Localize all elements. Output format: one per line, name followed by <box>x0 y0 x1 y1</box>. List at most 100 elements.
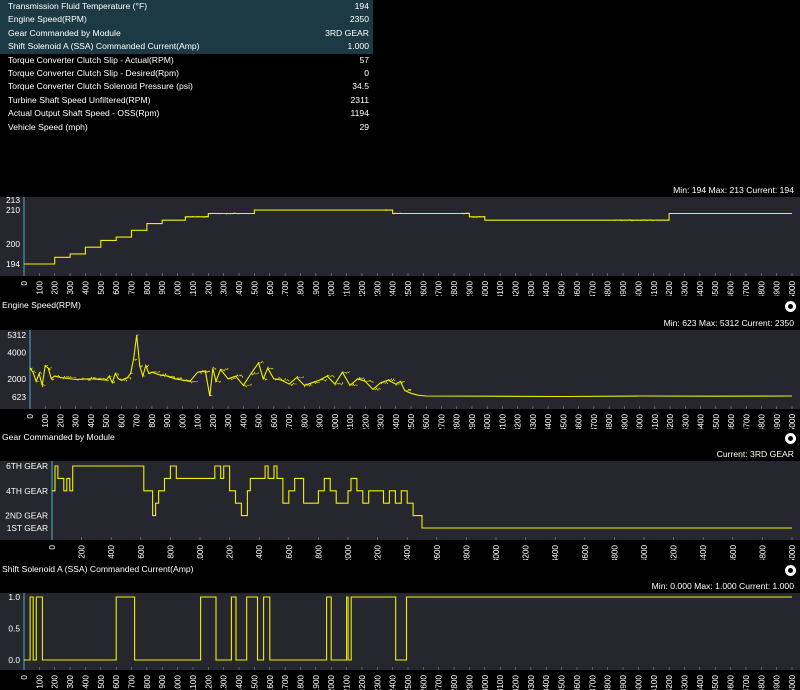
pid-row[interactable]: Transmission Fluid Temperature (°F) 194 <box>0 0 373 14</box>
x-tick-label: 1100 <box>189 675 198 690</box>
x-tick-label: 2300 <box>373 675 382 690</box>
x-tick-label: 4300 <box>680 675 689 690</box>
engine-speed-chart[interactable]: 623 2000 4000 5312 0 100 200 300 400 500 600 700 800… <box>0 317 800 429</box>
x-tick-label: 4200 <box>666 414 675 429</box>
plot-area <box>0 197 800 276</box>
pid-row[interactable]: Shift Solenoid A (SSA) Commanded Current… <box>0 40 373 54</box>
x-tick-label: 3300 <box>527 675 536 690</box>
x-tick-label: 4700 <box>742 675 751 690</box>
close-circle-icon[interactable] <box>785 301 796 312</box>
shift-solenoid-chart[interactable]: 0.0 0.5 1.0 0 100 200 300 400 500 600 700 800 900 100… <box>0 580 800 690</box>
x-tick-label: 2300 <box>373 281 382 296</box>
pid-value: 1.000 <box>347 41 369 52</box>
x-tick-label: 3300 <box>529 414 538 429</box>
x-tick-label: 4100 <box>650 281 659 296</box>
x-tick-label: 4100 <box>650 675 659 690</box>
x-tick-label: 3000 <box>483 414 492 429</box>
y-tick-label: 2ND GEAR <box>5 511 48 521</box>
pid-row[interactable]: Torque Converter Clutch Slip - Actual(RP… <box>0 54 373 67</box>
x-tick-label: 3200 <box>512 675 521 690</box>
x-tick-label: 0 <box>20 675 29 680</box>
x-tick-label: 3100 <box>496 675 505 690</box>
x-tick-label: 1400 <box>239 414 248 429</box>
x-tick-label: 3500 <box>559 414 568 429</box>
x-tick-label: 600 <box>112 675 121 689</box>
x-tick-label: 3600 <box>573 281 582 296</box>
pid-value: 34.5 <box>352 81 369 92</box>
x-tick-label: 3000 <box>492 545 501 560</box>
x-tick-label: 3400 <box>551 545 560 560</box>
x-tick-label: 3400 <box>542 675 551 690</box>
x-tick-label: 900 <box>158 281 167 295</box>
y-tick-label: 213 <box>6 195 20 205</box>
x-tick-label: 1800 <box>314 545 323 560</box>
chart-title: Gear Commanded by Module <box>2 432 115 442</box>
x-tick-label: 4700 <box>742 281 751 296</box>
pid-row[interactable]: Torque Converter Clutch Solenoid Pressur… <box>0 80 373 93</box>
x-tick-label: 4600 <box>729 545 738 560</box>
x-tick-label: 100 <box>41 414 50 428</box>
x-tick-label: 300 <box>72 414 81 428</box>
x-tick-label: 2000 <box>327 281 336 296</box>
x-tick-label: 600 <box>112 281 121 295</box>
x-tick-label: 2400 <box>403 545 412 560</box>
gear-commanded-chart[interactable]: 1ST GEAR 2ND GEAR 4TH GEAR 6TH GEAR 0 200 400 6… <box>0 448 800 560</box>
pid-name: Transmission Fluid Temperature (°F) <box>8 1 148 11</box>
pid-name: Torque Converter Clutch Slip - Desired(R… <box>8 67 179 78</box>
x-tick-label: 4800 <box>758 414 767 429</box>
pid-name: Gear Commanded by Module <box>8 27 121 38</box>
x-tick-label: 1400 <box>255 545 264 560</box>
x-tick-label: 3500 <box>558 675 567 690</box>
x-tick-label: 2200 <box>358 281 367 296</box>
x-tick-label: 3100 <box>496 281 505 296</box>
x-tick-label: 400 <box>81 675 90 689</box>
x-tick-label: 3900 <box>619 675 628 690</box>
x-tick-label: 1300 <box>220 281 229 296</box>
x-tick-label: 3600 <box>581 545 590 560</box>
x-tick-label: 2400 <box>389 675 398 690</box>
x-tick-label: 0 <box>26 414 35 419</box>
x-tick-label: 4600 <box>727 281 736 296</box>
x-tick-label: 2600 <box>433 545 442 560</box>
x-tick-label: 2800 <box>450 281 459 296</box>
x-tick-label: 1500 <box>250 281 259 296</box>
pid-row[interactable]: Gear Commanded by Module 3RD GEAR <box>0 26 373 41</box>
pid-row[interactable]: Torque Converter Clutch Slip - Desired(R… <box>0 67 373 80</box>
x-tick-label: 1000 <box>174 281 183 296</box>
y-tick-label: 623 <box>12 392 26 402</box>
x-tick-label: 800 <box>143 281 152 295</box>
plot-area <box>0 330 800 409</box>
x-tick-label: 500 <box>102 414 111 428</box>
fluid-temp-chart[interactable]: 194 200 210213 0 100 200 300 400 500 600 700 800 900… <box>0 184 800 296</box>
x-tick-label: 1300 <box>220 675 229 690</box>
pid-row[interactable]: Actual Output Shaft Speed - OSS(Rpm) 1194 <box>0 107 373 120</box>
x-tick-label: 4300 <box>681 414 690 429</box>
x-tick-label: 4500 <box>711 675 720 690</box>
x-tick-label: 2900 <box>465 281 474 296</box>
x-tick-label: 2500 <box>404 281 413 296</box>
x-tick-label: 3000 <box>481 281 490 296</box>
x-tick-label: 1900 <box>316 414 325 429</box>
close-circle-icon[interactable] <box>785 433 796 444</box>
pid-row[interactable]: Engine Speed(RPM) 2350 <box>0 13 373 27</box>
x-tick-label: 2600 <box>422 414 431 429</box>
x-tick-label: 1200 <box>226 545 235 560</box>
pid-row[interactable]: Turbine Shaft Speed Unfiltered(RPM) 2311 <box>0 94 373 107</box>
close-circle-icon[interactable] <box>785 565 796 576</box>
x-tick-label: 700 <box>128 675 137 689</box>
x-tick-label: 3800 <box>604 281 613 296</box>
x-tick-label: 4200 <box>665 281 674 296</box>
x-tick-label: 3700 <box>588 281 597 296</box>
x-tick-label: 1300 <box>224 414 233 429</box>
x-tick-label: 2900 <box>465 675 474 690</box>
pid-name: Vehicle Speed (mph) <box>8 121 88 132</box>
pid-row[interactable]: Vehicle Speed (mph) 29 <box>0 121 373 134</box>
x-tick-label: 4000 <box>640 545 649 560</box>
pid-name: Torque Converter Clutch Slip - Actual(RP… <box>8 54 174 65</box>
x-tick-label: 3800 <box>610 545 619 560</box>
x-tick-label: 4400 <box>699 545 708 560</box>
x-tick-label: 1000 <box>174 675 183 690</box>
x-tick-label: 2700 <box>437 414 446 429</box>
x-tick-label: 1700 <box>281 675 290 690</box>
x-tick-label: 1600 <box>266 675 275 690</box>
